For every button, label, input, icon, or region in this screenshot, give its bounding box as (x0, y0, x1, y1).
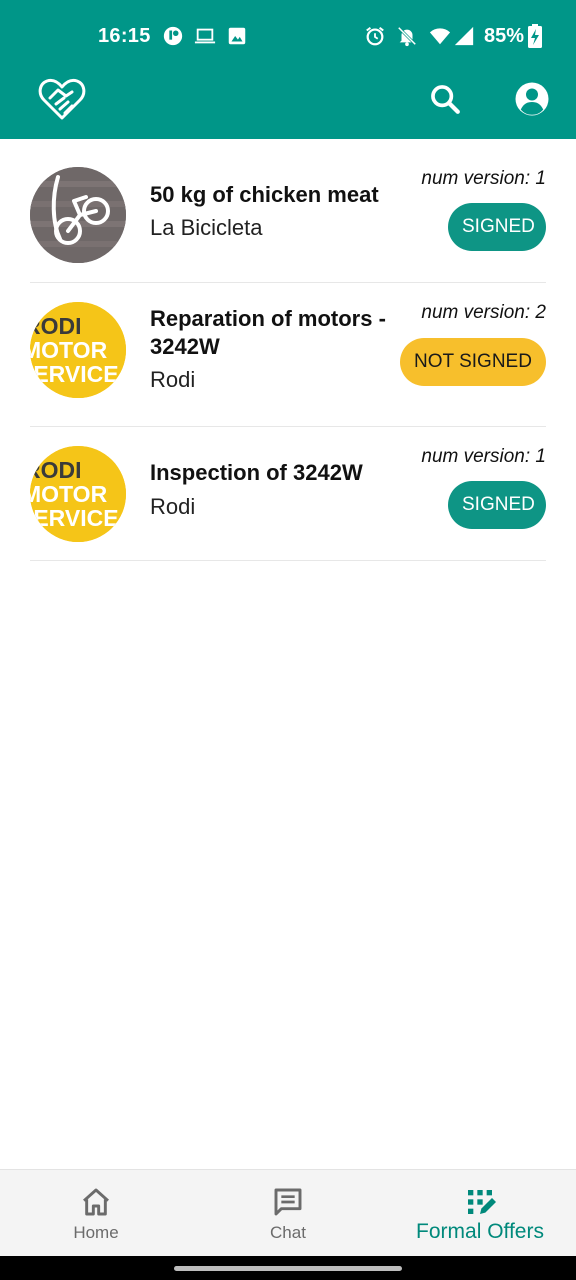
rodi-logo-line3: SERVICE (30, 505, 119, 531)
list-item[interactable]: RODI MOTOR SERVICE Inspection of 3242W R… (30, 427, 546, 561)
home-icon (83, 1188, 109, 1216)
rodi-motor-service-logo: RODI MOTOR SERVICE (30, 302, 126, 398)
system-navigation-bar (0, 1256, 576, 1280)
app-notification-icon (163, 26, 183, 46)
battery-charging-icon (528, 24, 542, 48)
app-bar (0, 72, 576, 139)
search-icon[interactable] (428, 82, 462, 116)
status-badge[interactable]: NOT SIGNED (400, 338, 546, 386)
list-item[interactable]: 50 kg of chicken meat La Bicicleta num v… (30, 148, 546, 283)
rodi-logo-line3: SERVICE (30, 361, 119, 387)
image-icon (228, 27, 246, 45)
formal-offers-icon (468, 1190, 496, 1214)
laptop-icon (194, 28, 216, 44)
list-item[interactable]: RODI MOTOR SERVICE Reparation of motors … (30, 283, 546, 427)
nav-label-home: Home (73, 1223, 119, 1242)
rodi-motor-service-logo: RODI MOTOR SERVICE (30, 446, 126, 542)
account-circle-icon[interactable] (514, 81, 550, 117)
gesture-handle[interactable] (174, 1266, 402, 1271)
offer-title-line1: Reparation of motors - (150, 306, 386, 331)
bell-off-icon (397, 26, 417, 47)
offer-version: num version: 1 (421, 446, 546, 467)
nav-item-chat[interactable]: Chat (192, 1170, 384, 1257)
status-badge[interactable]: SIGNED (448, 481, 546, 529)
offer-version: num version: 1 (421, 168, 546, 189)
signal-icon (454, 26, 474, 46)
status-bar: 16:15 85% (0, 0, 576, 72)
alarm-icon (366, 26, 384, 46)
offer-title: 50 kg of chicken meat (150, 182, 379, 207)
nav-label-formal-offers: Formal Offers (416, 1220, 544, 1243)
bottom-navigation: Home Chat Formal Offers (0, 1169, 576, 1256)
formal-offers-list: 50 kg of chicken meat La Bicicleta num v… (30, 148, 546, 561)
offer-version: num version: 2 (421, 302, 546, 323)
status-badge[interactable]: SIGNED (448, 203, 546, 251)
nav-item-formal-offers[interactable]: Formal Offers (384, 1170, 576, 1257)
rodi-logo-line2: MOTOR (30, 337, 108, 363)
battery-percentage: 85% (484, 25, 525, 47)
rodi-logo-line1: RODI (30, 457, 82, 483)
offer-company: La Bicicleta (150, 215, 263, 240)
offer-company: Rodi (150, 367, 196, 392)
heart-handshake-icon (38, 78, 86, 120)
rodi-logo-line1: RODI (30, 313, 82, 339)
status-time: 16:15 (98, 25, 151, 47)
nav-label-chat: Chat (270, 1223, 306, 1242)
offer-title-line2: 3242W (150, 334, 220, 359)
nav-item-home[interactable]: Home (0, 1170, 192, 1257)
chat-icon (274, 1188, 302, 1216)
offer-title: Inspection of 3242W (150, 460, 363, 485)
la-bicicleta-logo (30, 167, 126, 263)
wifi-icon (429, 28, 451, 45)
rodi-logo-line2: MOTOR (30, 481, 108, 507)
offer-company: Rodi (150, 494, 196, 519)
